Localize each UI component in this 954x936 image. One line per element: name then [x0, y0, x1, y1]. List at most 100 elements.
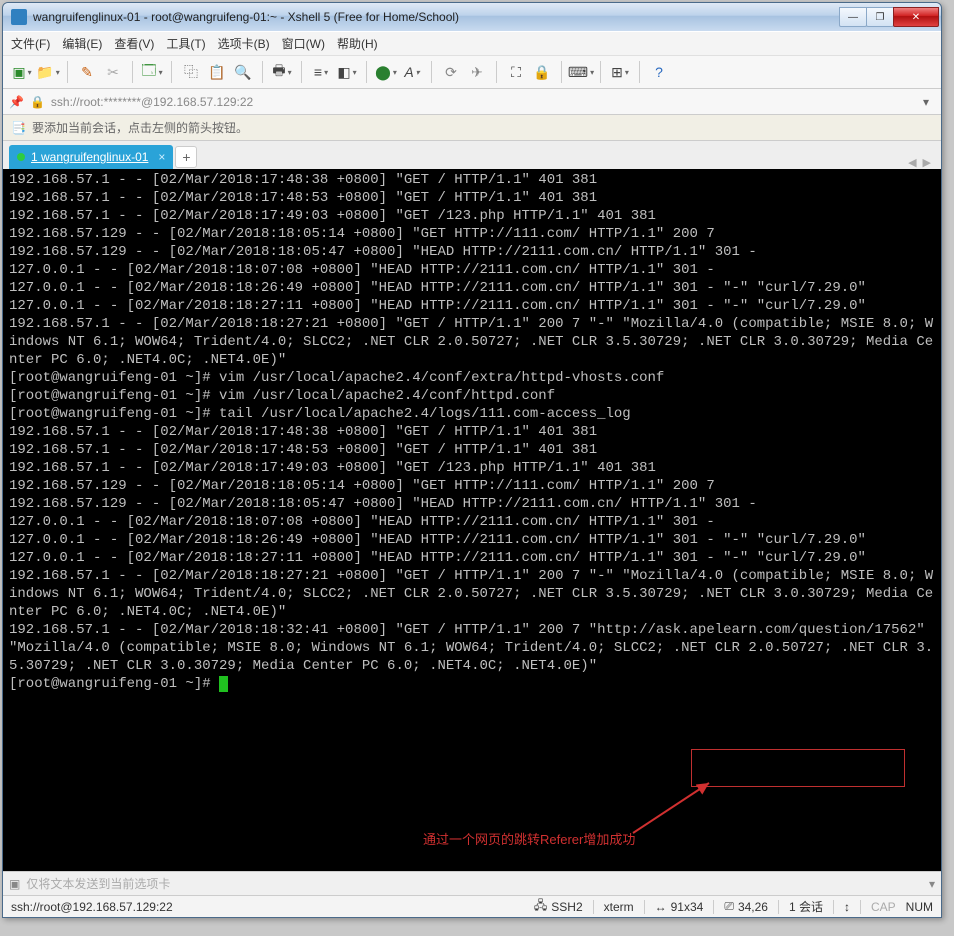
- pin-icon[interactable]: 📌: [9, 95, 24, 109]
- menu-edit[interactable]: 编辑(E): [62, 35, 102, 52]
- open-button[interactable]: 📁: [37, 61, 59, 83]
- menubar: 文件(F) 编辑(E) 查看(V) 工具(T) 选项卡(B) 窗口(W) 帮助(…: [3, 31, 941, 55]
- menu-tools[interactable]: 工具(T): [166, 35, 205, 52]
- terminal-line: 192.168.57.1 - - [02/Mar/2018:17:48:38 +…: [9, 171, 935, 189]
- tab-close-icon[interactable]: ×: [158, 150, 165, 164]
- size-icon: ↔: [655, 900, 667, 914]
- transfer-button[interactable]: ⬤: [375, 61, 397, 83]
- status-term: xterm: [604, 900, 634, 914]
- terminal-line: 192.168.57.1 - - [02/Mar/2018:18:32:41 +…: [9, 621, 935, 675]
- terminal-prompt[interactable]: [root@wangruifeng-01 ~]#: [9, 675, 935, 693]
- disconnect-button[interactable]: ✂: [102, 61, 124, 83]
- toolbar-sep: [171, 61, 172, 83]
- close-button[interactable]: ✕: [893, 7, 939, 27]
- find-button[interactable]: 🔍: [232, 61, 254, 83]
- status-size: ↔91x34: [655, 900, 704, 914]
- titlebar[interactable]: wangruifenglinux-01 - root@wangruifeng-0…: [3, 3, 941, 31]
- new-session-button[interactable]: ▣: [11, 61, 33, 83]
- terminal-line: 192.168.57.1 - - [02/Mar/2018:18:27:21 +…: [9, 567, 935, 621]
- layout-button[interactable]: ⊞: [609, 61, 631, 83]
- tab-label: 1 wangruifenglinux-01: [31, 150, 148, 164]
- command-send-icon[interactable]: ▣: [9, 877, 20, 891]
- app-icon: [11, 9, 27, 25]
- annotation-text: 通过一个网页的跳转Referer增加成功: [423, 831, 635, 849]
- status-cap: CAP: [871, 900, 896, 914]
- menu-file[interactable]: 文件(F): [11, 35, 50, 52]
- command-dropdown-icon[interactable]: ▾: [929, 877, 935, 891]
- paste-button[interactable]: 📋: [206, 61, 228, 83]
- status-bar: ssh://root@192.168.57.129:22 🖧SSH2 xterm…: [3, 895, 941, 917]
- toolbar-sep: [600, 61, 601, 83]
- terminal-line: 192.168.57.1 - - [02/Mar/2018:18:27:21 +…: [9, 315, 935, 369]
- toolbar-sep: [561, 61, 562, 83]
- terminal-line: 192.168.57.129 - - [02/Mar/2018:18:05:14…: [9, 477, 935, 495]
- address-url[interactable]: ssh://root:********@192.168.57.129:22: [51, 95, 911, 109]
- toolbar-sep: [301, 61, 302, 83]
- cursor-icon: ⎚: [724, 899, 734, 914]
- window-title: wangruifenglinux-01 - root@wangruifeng-0…: [33, 10, 840, 24]
- color-scheme-button[interactable]: ◧: [336, 61, 358, 83]
- status-num: NUM: [906, 900, 933, 914]
- toolbar-sep: [496, 61, 497, 83]
- toolbar-sep: [639, 61, 640, 83]
- terminal-line: 127.0.0.1 - - [02/Mar/2018:18:07:08 +080…: [9, 261, 935, 279]
- tab-row: 1 wangruifenglinux-01 × + ◀ ▶: [3, 141, 941, 169]
- window-controls: — ❐ ✕: [840, 7, 939, 27]
- terminal-line: 192.168.57.1 - - [02/Mar/2018:17:49:03 +…: [9, 459, 935, 477]
- terminal-line: 192.168.57.1 - - [02/Mar/2018:17:48:38 +…: [9, 423, 935, 441]
- reconnect-button[interactable]: ✎: [76, 61, 98, 83]
- command-bar: ▣ 仅将文本发送到当前选项卡 ▾: [3, 871, 941, 895]
- minimize-button[interactable]: —: [839, 7, 867, 27]
- ssh-icon: 🖧: [534, 896, 547, 917]
- terminal-line: [root@wangruifeng-01 ~]# tail /usr/local…: [9, 405, 935, 423]
- status-connection: ssh://root@192.168.57.129:22: [11, 900, 173, 914]
- toolbar: ▣ 📁 ✎ ✂ 🗔 ⿻ 📋 🔍 🖶 ≡ ◧ ⬤ A ⟳ ✈ ⛶ 🔒 ⌨ ⊞ ?: [3, 55, 941, 89]
- terminal-line: 127.0.0.1 - - [02/Mar/2018:18:07:08 +080…: [9, 513, 935, 531]
- tab-nav-prev[interactable]: ◀: [908, 156, 920, 169]
- add-tab-button[interactable]: +: [175, 146, 197, 168]
- menu-help[interactable]: 帮助(H): [337, 35, 378, 52]
- toolbar-sep: [262, 61, 263, 83]
- lock-icon: 🔒: [30, 95, 45, 109]
- status-network-icon: ↕: [844, 900, 850, 914]
- info-text: 要添加当前会话，点击左侧的箭头按钮。: [32, 119, 248, 136]
- print-button[interactable]: 🖶: [271, 61, 293, 83]
- terminal-output[interactable]: 192.168.57.1 - - [02/Mar/2018:17:48:38 +…: [3, 169, 941, 871]
- help-button[interactable]: ?: [648, 61, 670, 83]
- lock-button[interactable]: 🔒: [531, 61, 553, 83]
- tab-nav-next[interactable]: ▶: [923, 156, 935, 169]
- highlight-box: [691, 749, 905, 787]
- tab-status-icon: [17, 153, 25, 161]
- terminal-line: 192.168.57.129 - - [02/Mar/2018:18:05:47…: [9, 495, 935, 513]
- terminal-line: 127.0.0.1 - - [02/Mar/2018:18:27:11 +080…: [9, 549, 935, 567]
- keyboard-button[interactable]: ⌨: [570, 61, 592, 83]
- maximize-button[interactable]: ❐: [866, 7, 894, 27]
- annotation-arrow: [623, 777, 723, 839]
- terminal-line: 127.0.0.1 - - [02/Mar/2018:18:26:49 +080…: [9, 279, 935, 297]
- session-tab[interactable]: 1 wangruifenglinux-01 ×: [9, 145, 173, 169]
- profile-button[interactable]: 🗔: [141, 61, 163, 83]
- status-ssh: 🖧SSH2: [534, 896, 583, 917]
- properties-button[interactable]: ≡: [310, 61, 332, 83]
- terminal-line: [root@wangruifeng-01 ~]# vim /usr/local/…: [9, 369, 935, 387]
- xagent-button[interactable]: ✈: [466, 61, 488, 83]
- menu-tab[interactable]: 选项卡(B): [218, 35, 270, 52]
- status-cursor-pos: ⎚34,26: [724, 899, 768, 914]
- terminal-line: 192.168.57.1 - - [02/Mar/2018:17:48:53 +…: [9, 441, 935, 459]
- toolbar-sep: [366, 61, 367, 83]
- command-input[interactable]: 仅将文本发送到当前选项卡: [26, 875, 923, 892]
- address-dropdown-icon[interactable]: ▾: [917, 95, 935, 109]
- status-sessions: 1 会话: [789, 898, 823, 915]
- toolbar-sep: [67, 61, 68, 83]
- terminal-line: 127.0.0.1 - - [02/Mar/2018:18:26:49 +080…: [9, 531, 935, 549]
- terminal-line: 192.168.57.129 - - [02/Mar/2018:18:05:14…: [9, 225, 935, 243]
- fullscreen-button[interactable]: ⛶: [505, 61, 527, 83]
- menu-window[interactable]: 窗口(W): [282, 35, 325, 52]
- xftp-button[interactable]: ⟳: [440, 61, 462, 83]
- copy-button[interactable]: ⿻: [180, 61, 202, 83]
- info-session-icon[interactable]: 📑: [11, 121, 26, 135]
- menu-view[interactable]: 查看(V): [114, 35, 154, 52]
- terminal-line: 192.168.57.129 - - [02/Mar/2018:18:05:47…: [9, 243, 935, 261]
- address-bar: 📌 🔒 ssh://root:********@192.168.57.129:2…: [3, 89, 941, 115]
- font-button[interactable]: A: [401, 61, 423, 83]
